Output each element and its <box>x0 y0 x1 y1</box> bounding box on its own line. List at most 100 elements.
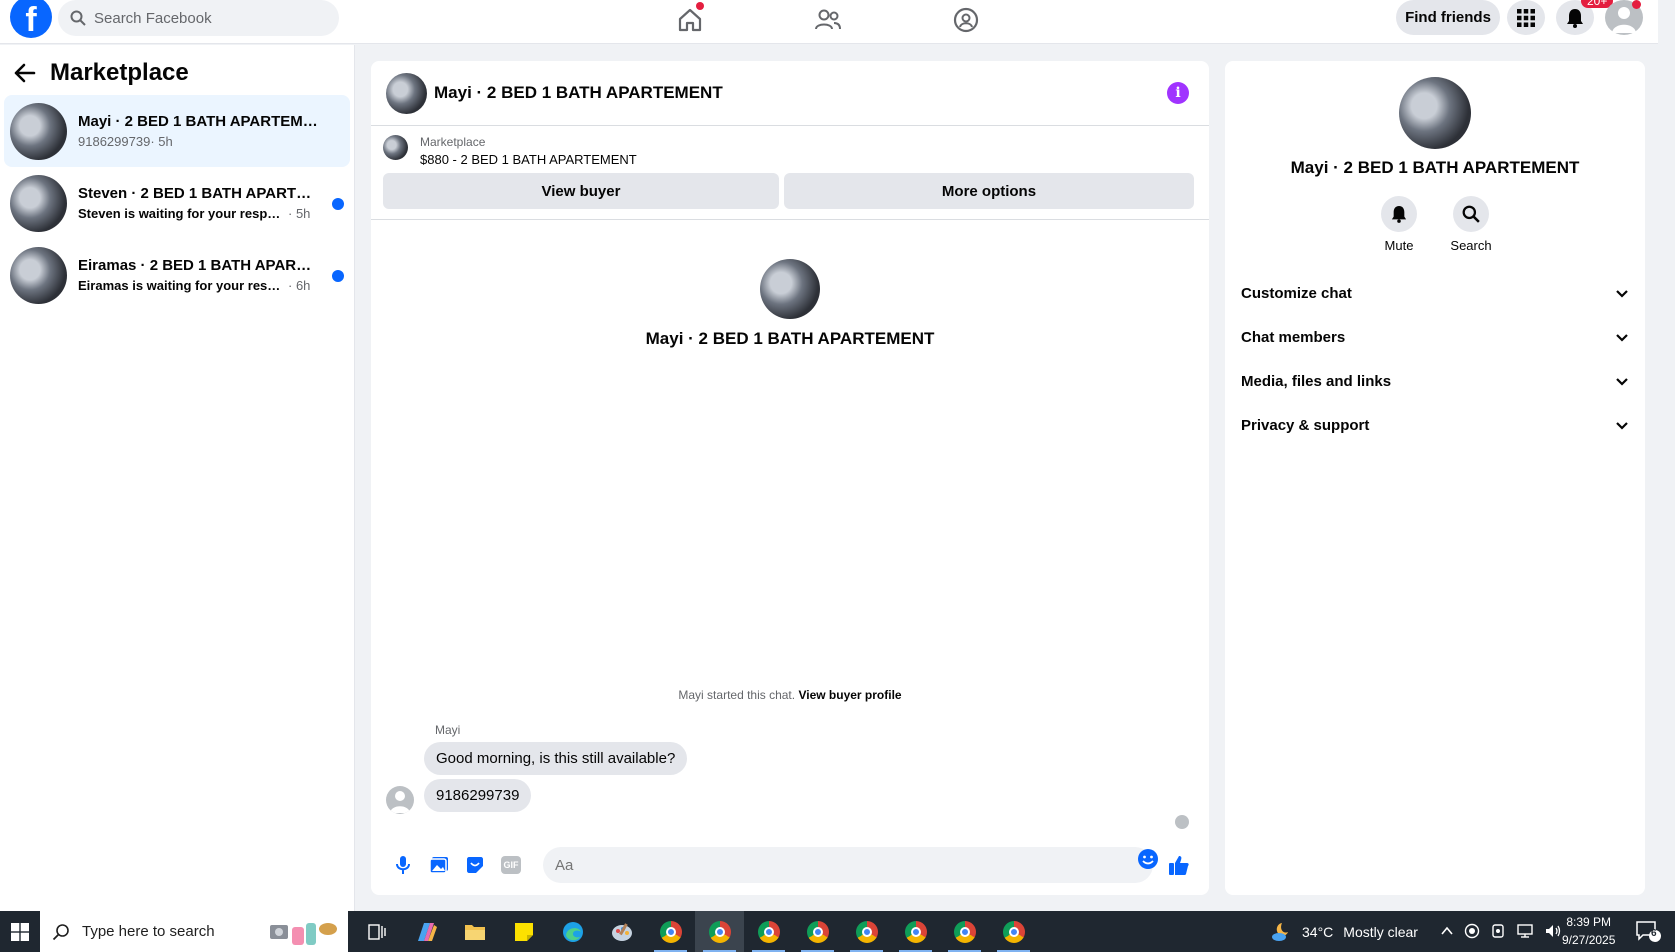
chat-started-text: Mayi started this chat. <box>678 688 796 702</box>
file-explorer-icon[interactable] <box>450 911 499 952</box>
section-label: Chat members <box>1241 328 1346 346</box>
taskbar-search[interactable]: Type here to search <box>40 911 348 952</box>
sticker-icon[interactable] <box>457 847 493 883</box>
top-navigation-bar: f Search Facebook Find friends 20+ <box>0 0 1658 44</box>
chat-title[interactable]: Mayi · 2 BED 1 BATH APARTEMENT <box>434 83 723 103</box>
sender-avatar[interactable] <box>386 786 414 814</box>
chat-panel: Mayi · 2 BED 1 BATH APARTEMENT i Marketp… <box>371 61 1209 895</box>
chat-details-panel: Mayi · 2 BED 1 BATH APARTEMENT Mute Sear… <box>1225 61 1645 895</box>
meet-now-icon[interactable] <box>1490 923 1506 939</box>
conversation-snippet: Eiramas is waiting for your response <box>78 278 288 293</box>
media-files-links-section[interactable]: Media, files and links <box>1225 359 1645 403</box>
edge-icon[interactable] <box>548 911 597 952</box>
bell-icon[interactable] <box>1381 196 1417 232</box>
find-friends-button[interactable]: Find friends <box>1396 0 1500 35</box>
search-icon <box>52 923 69 940</box>
message-bubble[interactable]: Good morning, is this still available? <box>424 742 688 775</box>
view-buyer-button[interactable]: View buyer <box>383 173 779 209</box>
view-buyer-profile-link[interactable]: View buyer profile <box>798 688 901 702</box>
weather-temperature: 34°C <box>1302 923 1334 940</box>
customize-chat-section[interactable]: Customize chat <box>1225 271 1645 315</box>
system-tray <box>1440 923 1562 939</box>
message-sender-name: Mayi <box>435 723 461 737</box>
back-arrow-icon[interactable] <box>14 63 36 83</box>
photo-icon[interactable] <box>421 847 457 883</box>
chat-avatar[interactable] <box>386 72 427 114</box>
listing-category: Marketplace <box>420 135 486 149</box>
chevron-up-icon[interactable] <box>1440 923 1454 939</box>
chat-started-notice: Mayi started this chat. View buyer profi… <box>371 688 1209 702</box>
conversation-name: Mayi · 2 BED 1 BATH APARTEMENT <box>78 113 318 130</box>
network-icon[interactable] <box>1516 923 1534 939</box>
like-icon[interactable] <box>1161 847 1197 883</box>
search-icon <box>70 10 86 26</box>
conversation-item[interactable]: Steven · 2 BED 1 BATH APARTEMENT Steven … <box>4 167 350 239</box>
sticky-notes-icon[interactable] <box>499 911 548 952</box>
listing-thumbnail <box>383 135 408 160</box>
gif-icon[interactable]: GIF <box>493 847 529 883</box>
copilot-icon[interactable] <box>401 911 450 952</box>
listing-thumbnail <box>10 246 67 304</box>
task-view-icon[interactable] <box>352 911 401 952</box>
home-notification-dot <box>696 2 704 10</box>
chrome-window-icon[interactable] <box>989 911 1038 952</box>
details-name: Mayi · 2 BED 1 BATH APARTEMENT <box>1290 158 1580 177</box>
windows-taskbar: Type here to search 34°C Mostly clear 8:… <box>0 911 1675 952</box>
friends-icon[interactable] <box>808 4 848 36</box>
notification-center-icon[interactable]: 6 <box>1635 920 1661 949</box>
chrome-window-icon[interactable] <box>646 911 695 952</box>
chat-members-section[interactable]: Chat members <box>1225 315 1645 359</box>
search-highlight-art <box>268 919 338 945</box>
chrome-window-icon[interactable] <box>891 911 940 952</box>
mute-action[interactable]: Mute <box>1381 196 1417 253</box>
chevron-down-icon <box>1616 333 1628 342</box>
chat-header: Mayi · 2 BED 1 BATH APARTEMENT <box>371 61 1209 126</box>
menu-grid-icon[interactable] <box>1507 0 1545 35</box>
intro-avatar <box>760 259 820 319</box>
conversation-time: · 5h <box>150 134 173 149</box>
listing-price-title: $880 - 2 BED 1 BATH APARTEMENT <box>420 152 637 167</box>
message-input[interactable] <box>543 847 1153 883</box>
conversation-item[interactable]: Eiramas · 2 BED 1 BATH APARTEMENT Eirama… <box>4 239 350 311</box>
taskbar-clock[interactable]: 8:39 PM 9/27/2025 <box>1562 913 1615 949</box>
sidebar-title: Marketplace <box>50 59 189 86</box>
chat-intro: Mayi · 2 BED 1 BATH APARTEMENT <box>371 259 1209 349</box>
volume-icon[interactable] <box>1544 923 1562 939</box>
page-scrollbar[interactable] <box>1658 0 1675 911</box>
facebook-search-box[interactable]: Search Facebook <box>58 0 339 36</box>
marketplace-inbox-sidebar: Marketplace Mayi · 2 BED 1 BATH APARTEME… <box>0 45 355 911</box>
privacy-support-section[interactable]: Privacy & support <box>1225 403 1645 447</box>
facebook-logo[interactable]: f <box>10 0 52 39</box>
unread-indicator <box>332 270 344 282</box>
seen-avatar <box>1175 815 1189 829</box>
windows-start-icon[interactable] <box>0 911 40 952</box>
home-icon[interactable] <box>670 2 710 36</box>
search-action[interactable]: Search <box>1450 196 1492 253</box>
conversation-item[interactable]: Mayi · 2 BED 1 BATH APARTEMENT 918629973… <box>4 95 350 167</box>
listing-summary[interactable]: Marketplace $880 - 2 BED 1 BATH APARTEME… <box>371 126 1209 167</box>
gif-label: GIF <box>501 856 521 874</box>
taskbar-search-placeholder: Type here to search <box>82 923 215 940</box>
paint-icon[interactable] <box>597 911 646 952</box>
clock-date: 9/27/2025 <box>1562 933 1616 947</box>
groups-icon[interactable] <box>946 4 986 36</box>
chrome-window-icon[interactable] <box>695 911 744 952</box>
chrome-window-icon[interactable] <box>940 911 989 952</box>
info-icon[interactable]: i <box>1167 82 1189 104</box>
chevron-down-icon <box>1616 421 1628 430</box>
weather-widget[interactable]: 34°C Mostly clear <box>1270 911 1418 952</box>
conversation-name: Steven · 2 BED 1 BATH APARTEMENT <box>78 185 318 202</box>
message-bubble[interactable]: 9186299739 <box>424 779 532 812</box>
details-avatar[interactable] <box>1399 77 1471 149</box>
chrome-window-icon[interactable] <box>744 911 793 952</box>
record-icon[interactable] <box>1464 923 1480 939</box>
section-label: Customize chat <box>1241 284 1352 302</box>
search-label: Search <box>1450 238 1492 253</box>
conversation-name: Eiramas · 2 BED 1 BATH APARTEMENT <box>78 257 318 274</box>
emoji-icon[interactable] <box>1137 848 1159 875</box>
chrome-window-icon[interactable] <box>842 911 891 952</box>
search-icon[interactable] <box>1453 196 1489 232</box>
more-options-button[interactable]: More options <box>784 173 1194 209</box>
microphone-icon[interactable] <box>385 847 421 883</box>
chrome-window-icon[interactable] <box>793 911 842 952</box>
